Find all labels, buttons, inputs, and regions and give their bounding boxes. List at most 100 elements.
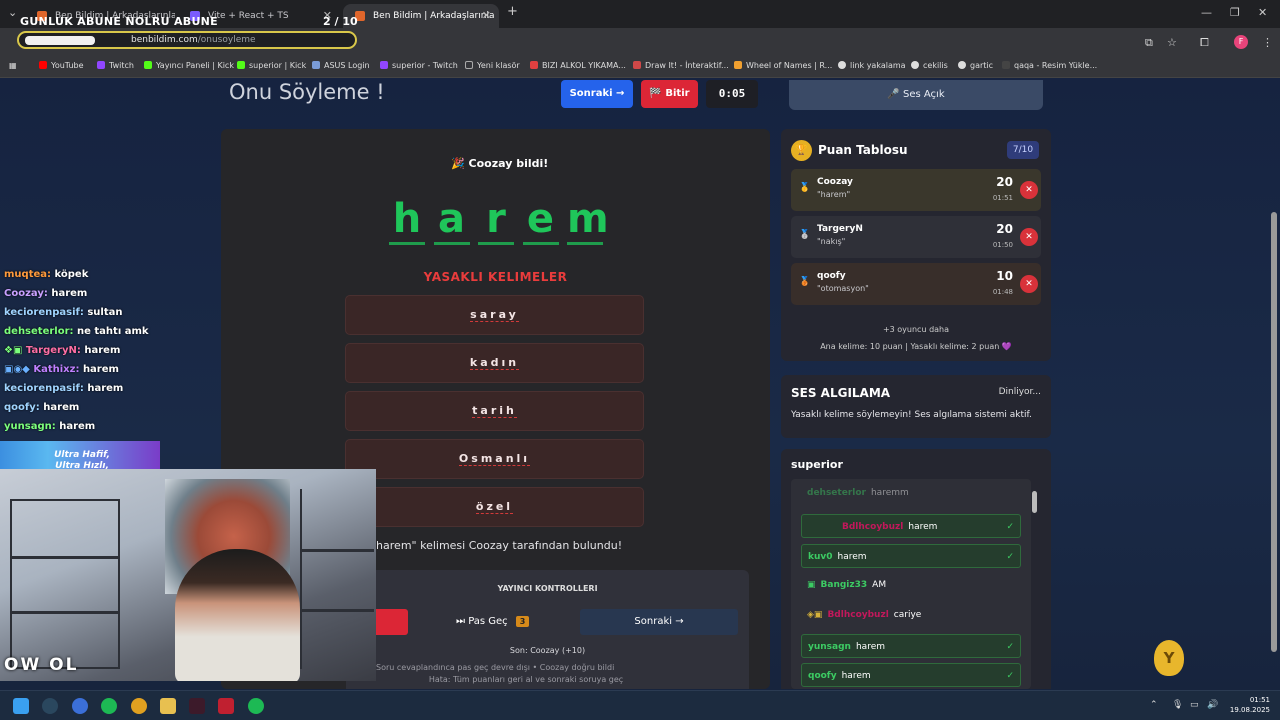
page-scrollbar[interactable] bbox=[1270, 82, 1278, 686]
chat-badge-icon: ▣◉◆ bbox=[4, 364, 34, 375]
bookmark-asus[interactable]: ASUS Login bbox=[312, 61, 370, 70]
player-row: 🥇 Coozay "harem" 20 01:51 ✕ bbox=[791, 169, 1041, 211]
maximize-icon[interactable]: ❐ bbox=[1230, 6, 1240, 19]
network-icon[interactable]: ▭ bbox=[1190, 700, 1199, 710]
next-button[interactable]: Sonraki → bbox=[561, 80, 633, 108]
chat-message: Bdlhcoybuzl harem ✓ bbox=[801, 514, 1021, 538]
finish-button[interactable]: 🏁 Bitir bbox=[641, 80, 698, 108]
app-icon[interactable] bbox=[72, 698, 88, 714]
windows-taskbar: ⌃ 🎙 ▭ 🔊 01:51 19.08.2025 bbox=[0, 690, 1280, 720]
steam-icon[interactable] bbox=[42, 698, 58, 714]
bookmark-link[interactable]: link yakalama bbox=[838, 61, 906, 70]
spotify-icon[interactable] bbox=[248, 698, 264, 714]
sound-detection-state: Dinliyor... bbox=[998, 387, 1041, 397]
tab-label: Vite + React + TS bbox=[208, 11, 289, 21]
webcam-shelf bbox=[10, 499, 120, 669]
player-score: 20 bbox=[996, 175, 1013, 189]
skip-icon: ⏭ bbox=[456, 616, 469, 627]
player-row: 🥉 qoofy "otomasyon" 10 01:48 ✕ bbox=[791, 263, 1041, 305]
bronze-medal-icon: 🥉 bbox=[799, 277, 811, 287]
sound-toggle-button[interactable]: 🎤 Ses Açık bbox=[789, 80, 1043, 110]
bookmark-wheel[interactable]: Wheel of Names | R... bbox=[734, 61, 832, 70]
player-time: 01:51 bbox=[992, 194, 1013, 202]
app-icon[interactable] bbox=[218, 698, 234, 714]
twitch-icon bbox=[97, 61, 105, 69]
bookmark-gartic[interactable]: gartic bbox=[958, 61, 993, 70]
sound-detection-card: SES ALGILAMA Dinliyor... Yasaklı kelime … bbox=[781, 375, 1051, 438]
player-guess: "nakış" bbox=[817, 237, 846, 246]
player-time: 01:48 bbox=[992, 288, 1013, 296]
chat-message-list[interactable]: dehseterlor haremm Bdlhcoybuzl harem ✓ kuv0… bbox=[791, 479, 1031, 689]
taskbar-clock[interactable]: 01:51 19.08.2025 bbox=[1226, 695, 1270, 715]
close-window-icon[interactable]: ✕ bbox=[1258, 6, 1267, 19]
webcam-overlay: OW OL bbox=[0, 469, 376, 681]
minimize-icon[interactable]: — bbox=[1201, 6, 1212, 19]
asus-icon bbox=[312, 61, 320, 69]
player-guess: "harem" bbox=[817, 190, 851, 199]
pass-button[interactable]: ⏭ Pas Geç 3 bbox=[456, 616, 530, 627]
kick-icon bbox=[144, 61, 152, 69]
bookmark-folder[interactable]: Yeni klasör bbox=[465, 61, 520, 70]
app-icon[interactable] bbox=[189, 698, 205, 714]
profile-avatar[interactable]: F bbox=[1234, 35, 1248, 49]
bookmark-alkol[interactable]: BIZI ALKOL YIKAMA... bbox=[530, 61, 626, 70]
volume-icon[interactable]: 🔊 bbox=[1207, 700, 1218, 710]
bookmark-star-icon[interactable]: ☆ bbox=[1167, 36, 1177, 49]
extensions-icon[interactable]: ⧠ bbox=[1200, 36, 1209, 50]
stream-logo-icon: Y bbox=[1154, 640, 1184, 676]
tray-chevron-icon[interactable]: ⌃ bbox=[1150, 700, 1158, 710]
webcam-shelf bbox=[300, 489, 374, 669]
player-guess: "otomasyon" bbox=[817, 284, 869, 293]
chat-message: ▣ Bangiz33 AM bbox=[801, 573, 1021, 597]
spotify-icon[interactable] bbox=[101, 698, 117, 714]
checkmark-icon: ✓ bbox=[1006, 642, 1014, 652]
chat-message: qoofy harem ✓ bbox=[801, 663, 1021, 687]
trophy-icon: 🏆 bbox=[791, 140, 812, 161]
chat-message: dehseterlor haremm bbox=[807, 488, 909, 498]
bookmark-twitch-superior[interactable]: superior - Twitch bbox=[380, 61, 458, 70]
chat-message: kuv0 harem ✓ bbox=[801, 544, 1021, 568]
webcam-brand-label: OW OL bbox=[4, 655, 79, 675]
bookmark-kick-panel[interactable]: Yayıncı Paneli | Kick bbox=[144, 61, 234, 70]
forbidden-words-title: YASAKLI KELIMELER bbox=[423, 270, 568, 284]
folder-icon bbox=[465, 61, 473, 69]
bookmark-qaqa[interactable]: qaqa - Resim Yükle... bbox=[1002, 61, 1097, 70]
url-input[interactable]: benbildim.com/onusoyleme bbox=[17, 31, 357, 49]
forbidden-word: tarih bbox=[345, 391, 644, 431]
stream-goal-title: GUNLUK ABUNE NOLRU ABUNE bbox=[20, 15, 218, 28]
player-score: 10 bbox=[996, 269, 1013, 283]
gold-medal-icon: 🥇 bbox=[799, 183, 811, 193]
file-explorer-icon[interactable] bbox=[160, 698, 176, 714]
remove-player-icon[interactable]: ✕ bbox=[1020, 275, 1038, 293]
controls-title: YAYINCI KONTROLLERI bbox=[497, 584, 598, 593]
bookmarks-bar: ▦ YouTube Twitch Yayıncı Paneli | Kick s… bbox=[0, 55, 1280, 78]
chat-badge-icon: ❖▣ bbox=[4, 345, 26, 356]
bookmark-kick-superior[interactable]: superior | Kick bbox=[237, 61, 306, 70]
redacted-area bbox=[25, 36, 95, 45]
bookmark-youtube[interactable]: YouTube bbox=[39, 61, 84, 70]
last-result: Son: Coozay (+10) bbox=[509, 646, 586, 655]
bookmark-drawit[interactable]: Draw It! - İnteraktif... bbox=[633, 61, 729, 70]
chat-scrollbar[interactable] bbox=[1032, 481, 1038, 689]
bookmark-cekilis[interactable]: cekilis bbox=[911, 61, 948, 70]
windows-start-icon[interactable] bbox=[13, 698, 29, 714]
tab-label: Ben Bildim | Arkadaşlarınla bbox=[373, 11, 495, 21]
menu-dots-icon[interactable]: ⋮ bbox=[1262, 36, 1273, 49]
cast-icon[interactable]: ⧉ bbox=[1145, 36, 1153, 50]
player-name: Coozay bbox=[817, 177, 853, 187]
bookmark-twitch[interactable]: Twitch bbox=[97, 61, 134, 70]
remove-player-icon[interactable]: ✕ bbox=[1020, 228, 1038, 246]
controls-next-button[interactable]: Sonraki → bbox=[580, 609, 738, 635]
close-tab-icon[interactable]: ✕ bbox=[482, 9, 491, 22]
apps-grid-icon[interactable]: ▦ bbox=[9, 61, 17, 70]
tab-benbildim-active[interactable]: Ben Bildim | Arkadaşlarınla ✕ bbox=[343, 4, 499, 28]
remove-player-icon[interactable]: ✕ bbox=[1020, 181, 1038, 199]
new-tab-button[interactable]: + bbox=[507, 4, 518, 19]
scoreboard: 🏆 Puan Tablosu 7/10 🥇 Coozay "harem" 20 … bbox=[781, 129, 1051, 361]
chrome-icon[interactable] bbox=[131, 698, 147, 714]
timer: 0:05 bbox=[706, 80, 758, 108]
tab-search-chevron-icon[interactable]: ⌄ bbox=[8, 6, 17, 19]
microphone-icon[interactable]: 🎙 bbox=[1172, 700, 1183, 710]
round-badge: 7/10 bbox=[1007, 141, 1039, 159]
streamer-controls: YAYINCI KONTROLLERI ⏭ Pas Geç 3 Sonraki →… bbox=[346, 570, 749, 689]
